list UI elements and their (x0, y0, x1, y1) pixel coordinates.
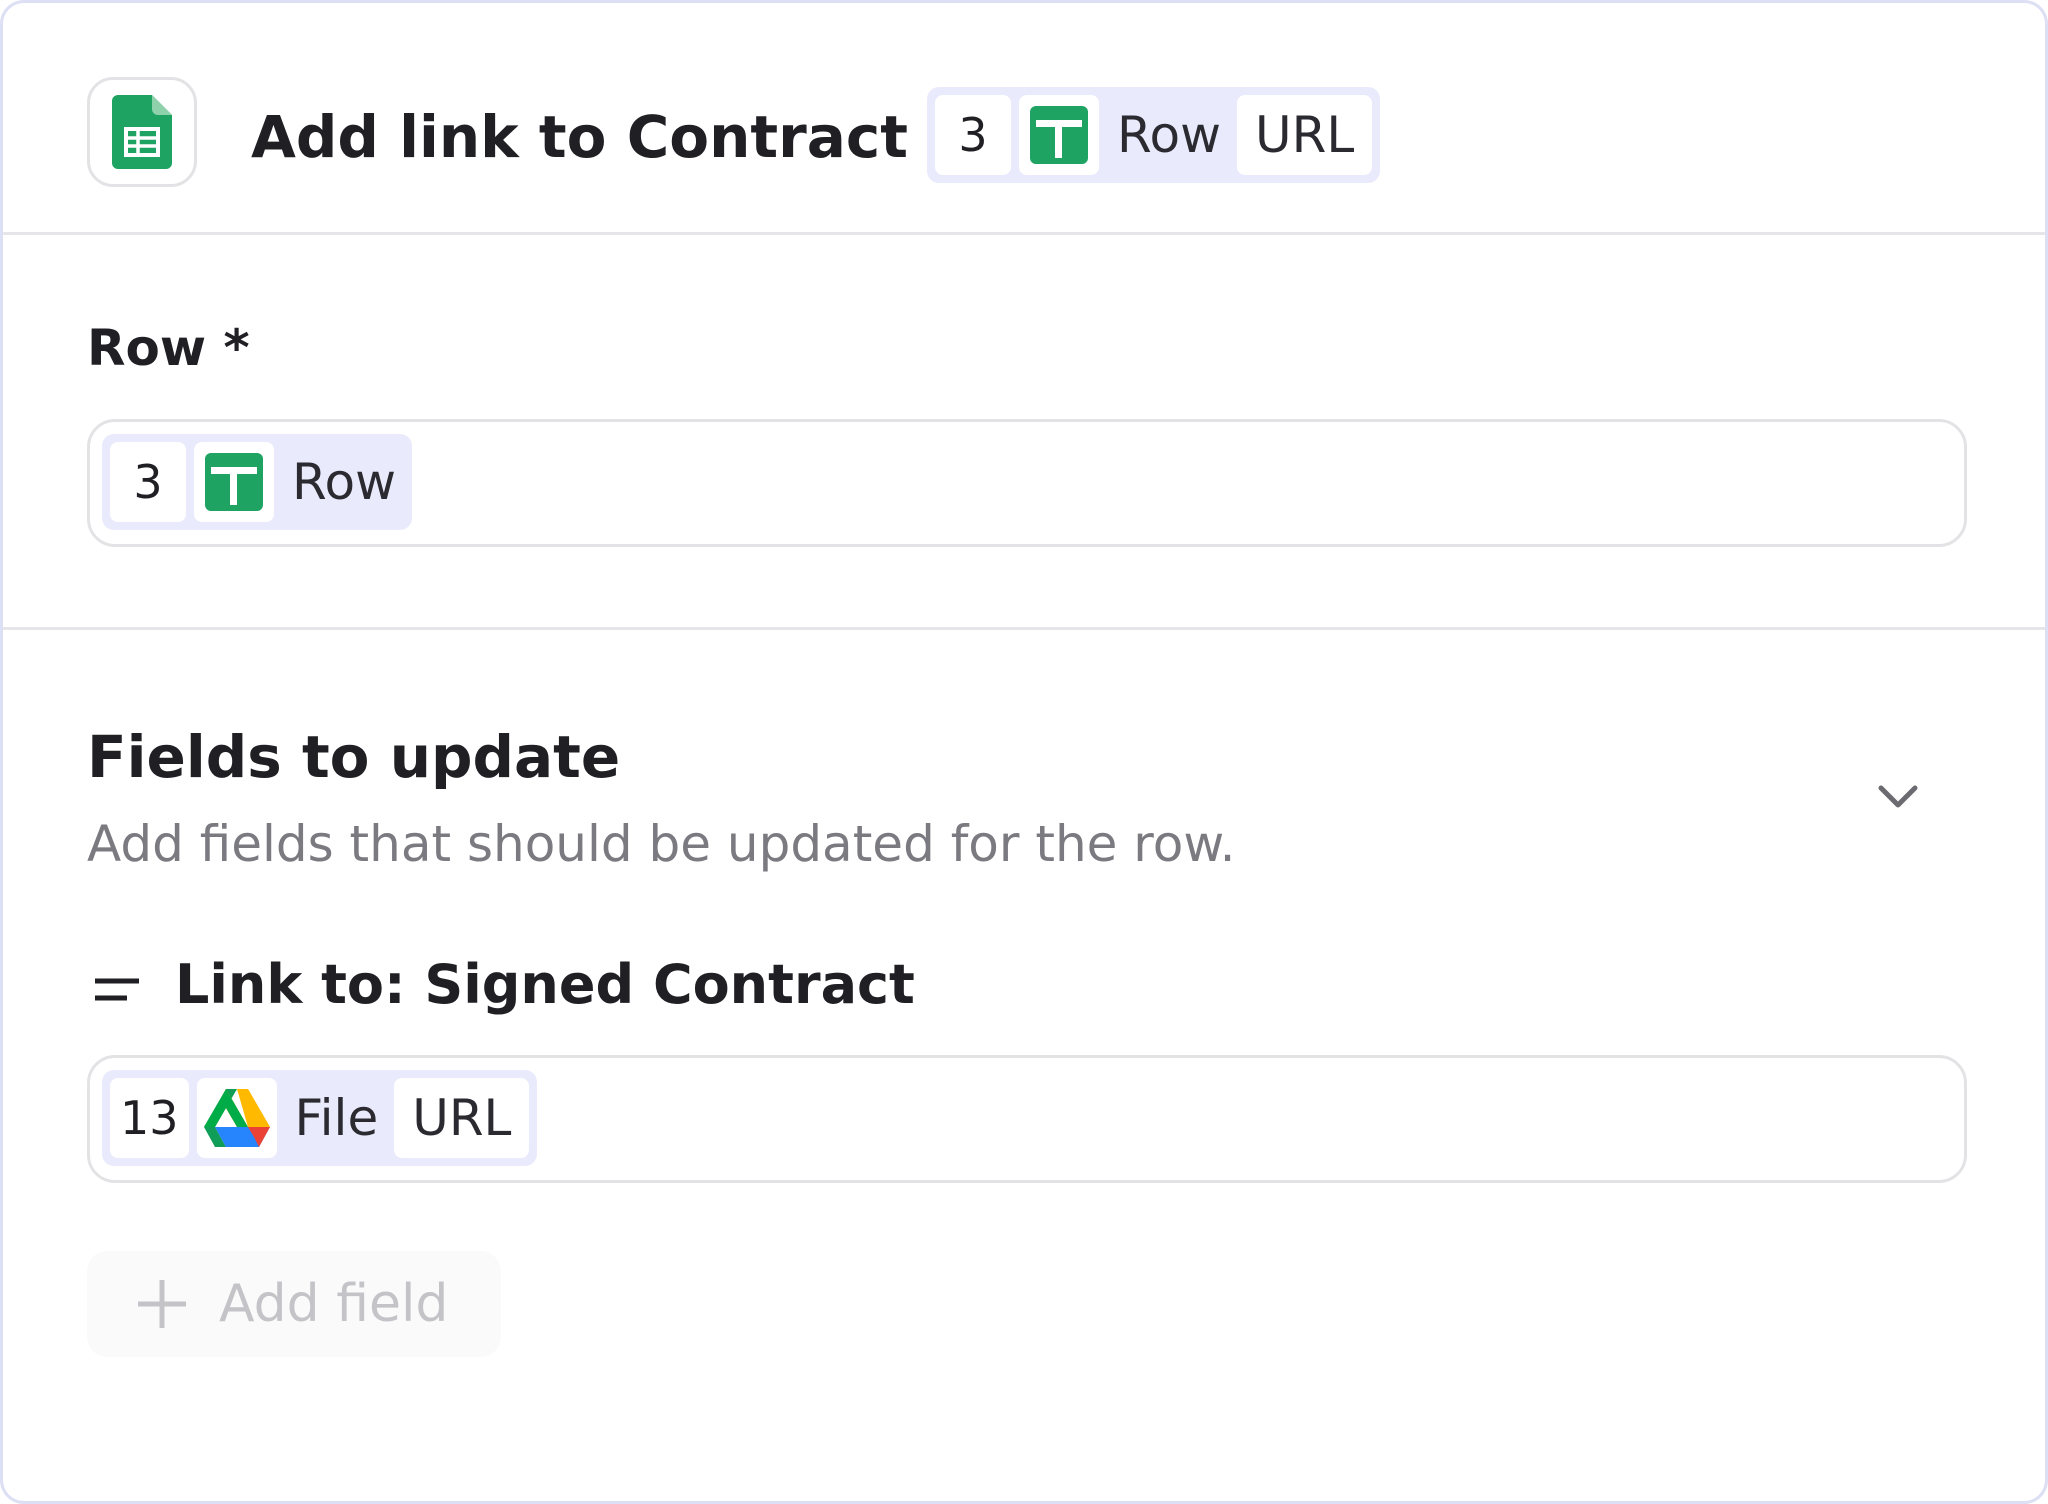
signed-contract-input[interactable]: 13 File URL (87, 1055, 1967, 1183)
google-drive-icon (196, 1078, 277, 1158)
row-field-section: Row * 3 Row (3, 235, 2045, 630)
step-number: 3 (935, 95, 1011, 175)
drag-handle-icon[interactable] (93, 971, 143, 1011)
chevron-down-icon[interactable] (1873, 778, 1923, 818)
card-header: Add link to Contract to 3 Row URL (3, 3, 2045, 235)
step-number: 13 (110, 1078, 189, 1158)
add-field-button[interactable]: Add field (87, 1251, 501, 1357)
pill-label: Row (292, 453, 396, 511)
step-title: Add link to Contract to (251, 103, 996, 171)
pill-field: URL (394, 1078, 530, 1158)
google-sheets-icon (87, 77, 197, 187)
add-field-label: Add field (219, 1274, 449, 1334)
row-url-variable-pill[interactable]: 3 Row URL (927, 87, 1381, 183)
plus-icon (138, 1280, 186, 1328)
fields-section-title: Fields to update (87, 723, 621, 791)
step-number: 3 (110, 442, 186, 522)
google-sheets-icon (1019, 95, 1099, 175)
pill-field: URL (1236, 95, 1373, 175)
row-field-label: Row * (87, 319, 250, 377)
pill-label: Row (1117, 106, 1221, 164)
signed-contract-field-label: Link to: Signed Contract (175, 953, 915, 1016)
row-variable-pill[interactable]: 3 Row (102, 434, 412, 530)
pill-label: File (294, 1089, 379, 1147)
file-url-variable-pill[interactable]: 13 File URL (102, 1070, 538, 1166)
action-card: Add link to Contract to 3 Row URL Row * … (0, 0, 2048, 1504)
google-sheets-icon (194, 442, 274, 522)
fields-section-description: Add fields that should be updated for th… (87, 815, 1236, 873)
row-input[interactable]: 3 Row (87, 419, 1967, 547)
